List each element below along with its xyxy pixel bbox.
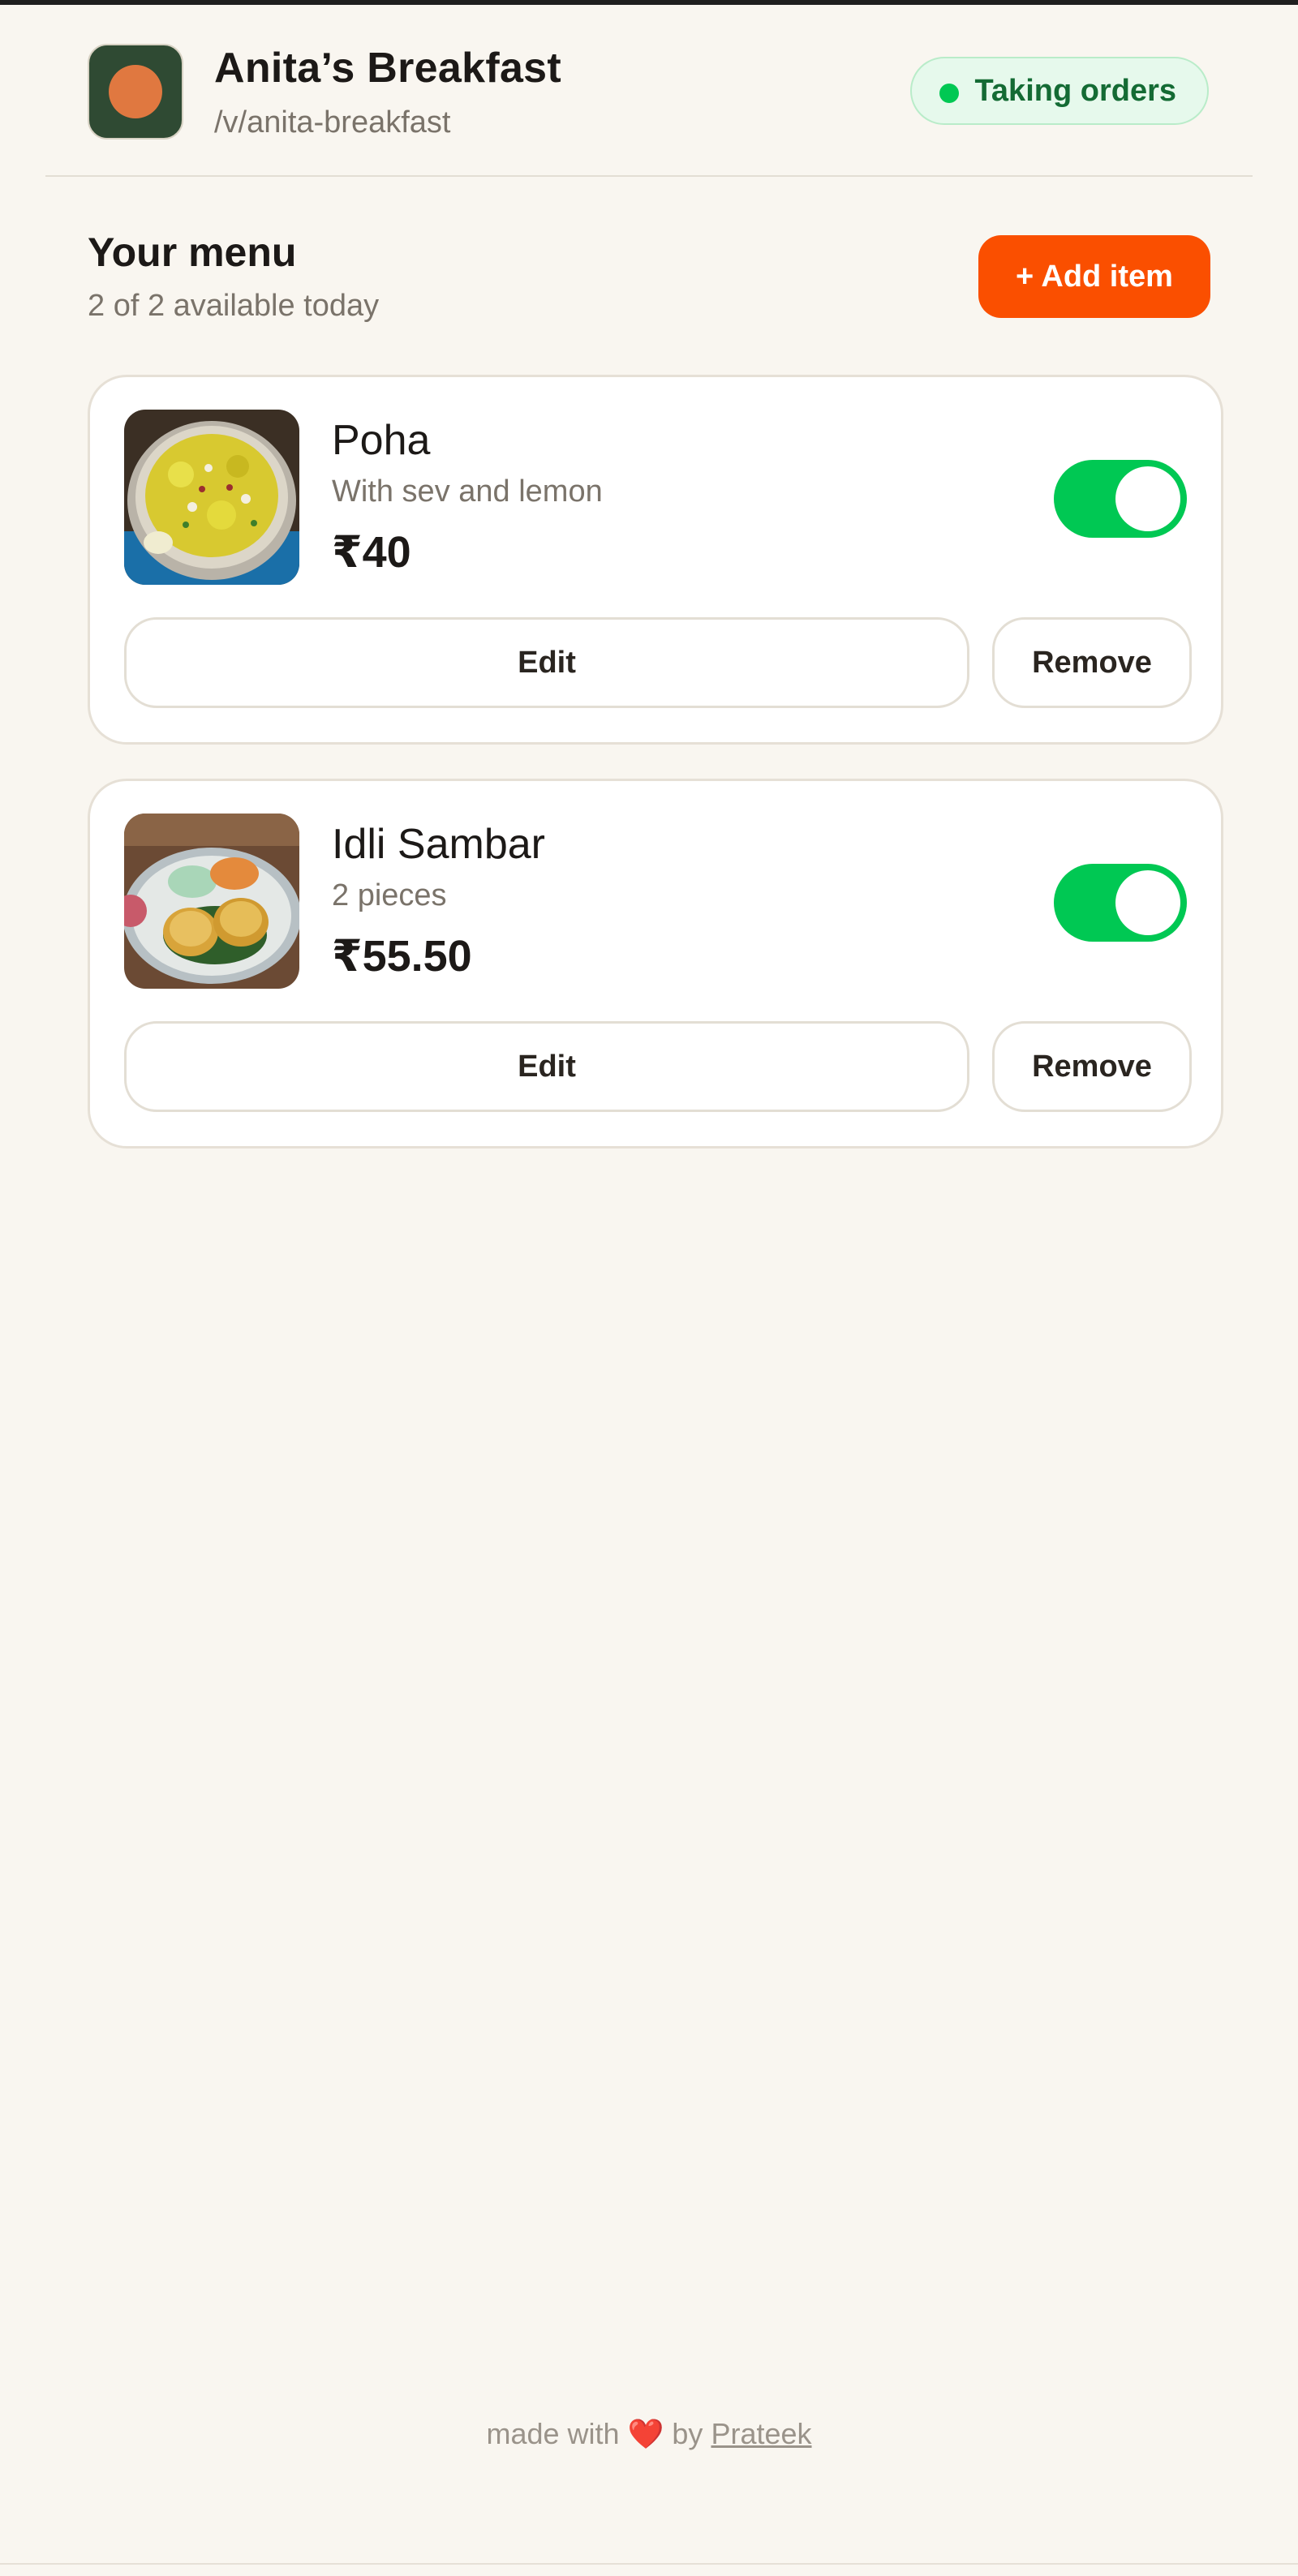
author-link[interactable]: Prateek	[711, 2417, 811, 2450]
toggle-knob	[1115, 870, 1180, 935]
item-name: Poha	[332, 417, 431, 464]
item-photo-idli-sambar	[124, 814, 299, 989]
item-photo-poha	[124, 410, 299, 585]
item-price: ₹55.50	[332, 932, 472, 981]
status-dot-icon	[939, 84, 959, 103]
footer-made-with: made with	[486, 2417, 620, 2450]
availability-toggle[interactable]	[1054, 864, 1187, 942]
add-item-button[interactable]: + Add item	[978, 235, 1210, 318]
item-name: Idli Sambar	[332, 821, 545, 868]
item-price: ₹40	[332, 528, 411, 577]
item-description: 2 pieces	[332, 878, 447, 912]
logo-dot-icon	[109, 65, 162, 118]
item-description: With sev and lemon	[332, 474, 603, 509]
remove-button[interactable]: Remove	[992, 617, 1192, 708]
menu-title: Your menu	[88, 230, 297, 275]
status-label: Taking orders	[974, 73, 1176, 108]
status-badge[interactable]: Taking orders	[909, 57, 1209, 125]
bottom-divider	[0, 2563, 1298, 2565]
menu-item-card: Idli Sambar 2 pieces ₹55.50 Edit Remove	[88, 779, 1223, 1148]
remove-button[interactable]: Remove	[992, 1021, 1192, 1112]
edit-button[interactable]: Edit	[124, 1021, 969, 1112]
menu-item-card: Poha With sev and lemon ₹40 Edit Remove	[88, 375, 1223, 745]
footer-by: by	[672, 2417, 703, 2450]
store-logo	[88, 44, 183, 140]
availability-toggle[interactable]	[1054, 460, 1187, 538]
edit-button[interactable]: Edit	[124, 617, 969, 708]
heart-icon: ❤️	[627, 2417, 664, 2450]
app-header: Anita’s Breakfast /v/anita-breakfast Tak…	[45, 5, 1253, 177]
footer: made with ❤️ by Prateek	[0, 2417, 1298, 2451]
store-slug: /v/anita-breakfast	[214, 105, 451, 140]
toggle-knob	[1115, 466, 1180, 531]
menu-subtitle: 2 of 2 available today	[88, 289, 380, 323]
store-name: Anita’s Breakfast	[214, 45, 562, 92]
